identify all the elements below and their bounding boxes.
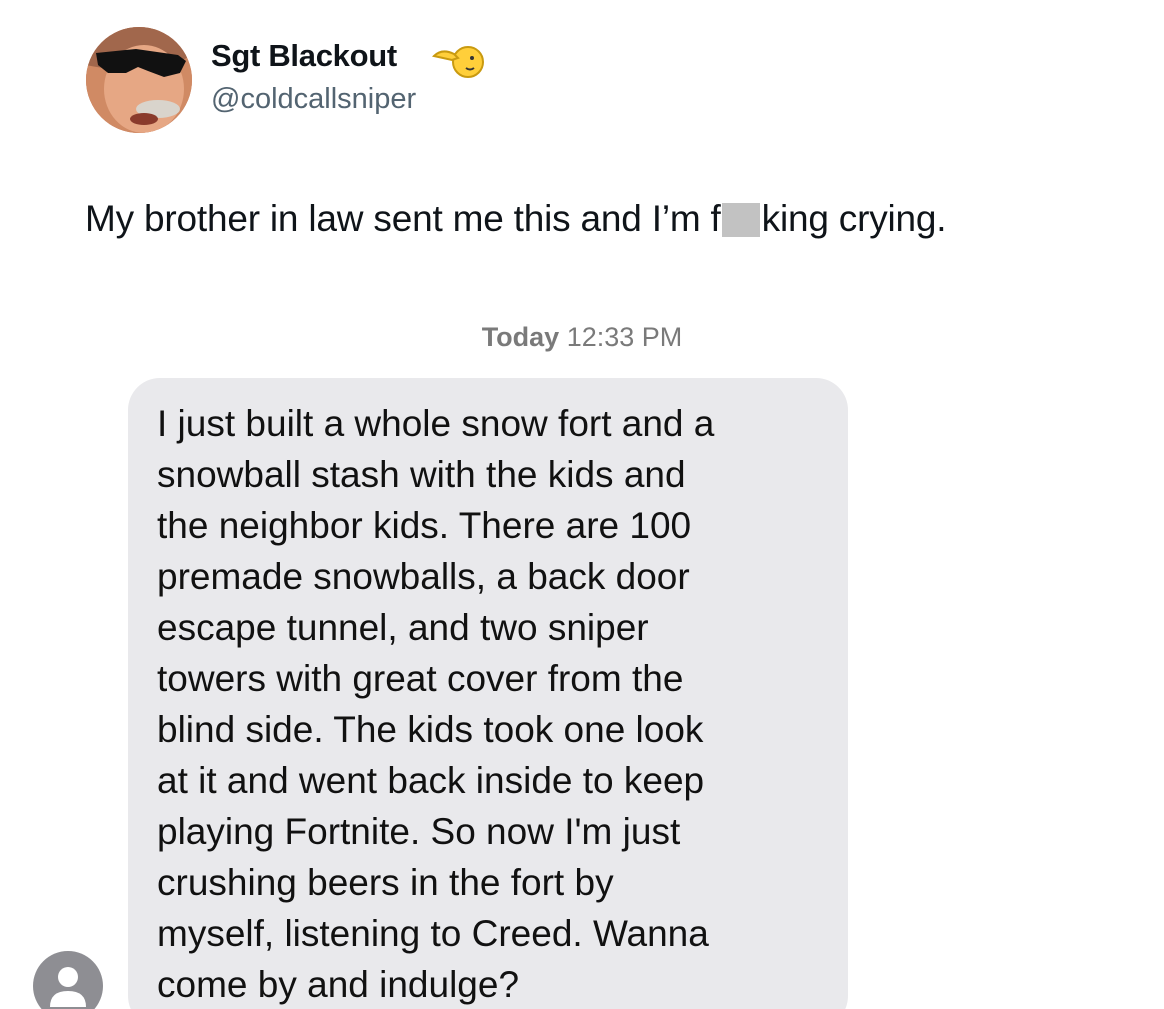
post-avatar[interactable] xyxy=(86,27,192,133)
person-silhouette-icon xyxy=(50,967,86,1007)
post-text-after-censor: king crying. xyxy=(761,198,947,239)
profile-photo-icon xyxy=(86,27,192,133)
author-display-name[interactable]: Sgt Blackout xyxy=(211,38,397,74)
sender-avatar[interactable] xyxy=(33,951,103,1009)
timestamp-time: 12:33 PM xyxy=(566,322,683,352)
message-bubble-text: I just built a whole snow fort and a sno… xyxy=(157,403,715,1005)
timestamp-day: Today xyxy=(481,322,560,352)
censor-box xyxy=(721,203,760,237)
author-handle[interactable]: @coldcallsniper xyxy=(211,83,416,116)
message-timestamp: Today 12:33 PM xyxy=(0,322,1164,353)
post-text-before-censor: My brother in law sent me this and I’m f xyxy=(85,198,721,239)
post-text: My brother in law sent me this and I’m f… xyxy=(85,196,947,242)
pointing-hand-emoji-icon xyxy=(432,46,484,78)
